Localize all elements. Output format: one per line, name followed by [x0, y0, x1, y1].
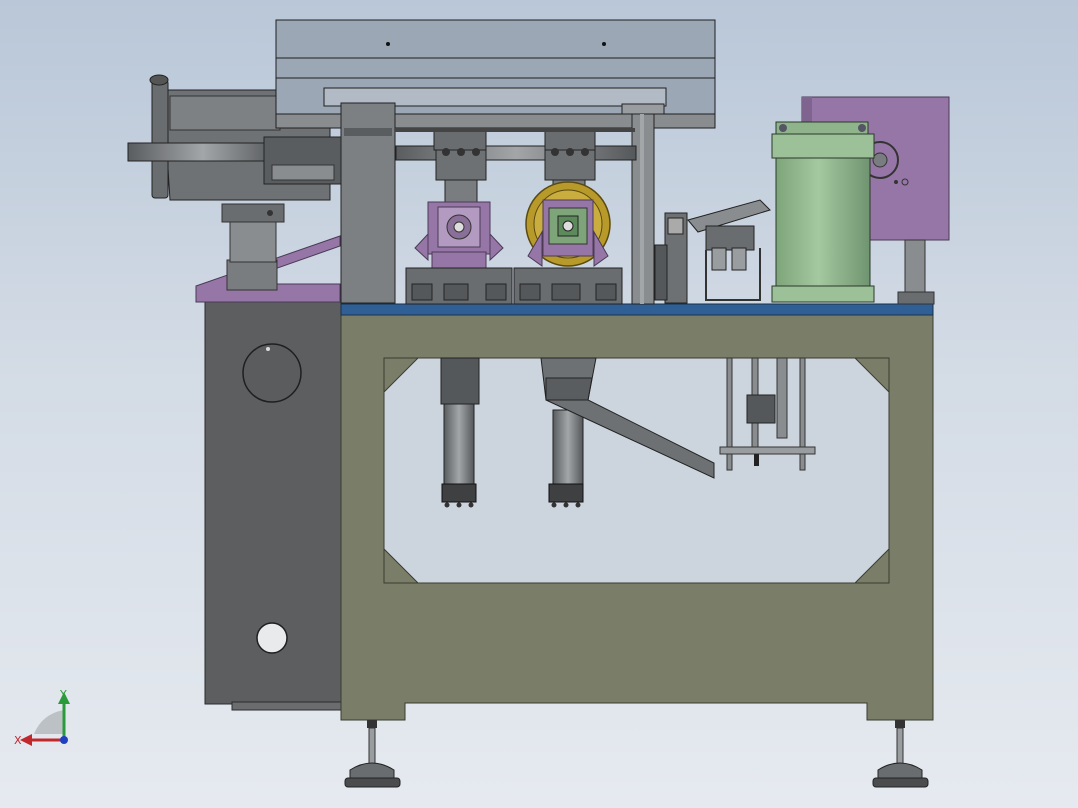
cabinet-port-large	[242, 343, 302, 403]
under-table-cylinder-right	[548, 409, 584, 508]
coordinate-triad: Y X	[14, 688, 70, 747]
under-table-cylinder-left	[440, 357, 480, 508]
main-frame	[340, 303, 934, 721]
z-axis-dot	[60, 736, 68, 744]
left-cabinet	[204, 301, 345, 711]
x-axis-label: X	[14, 734, 22, 747]
green-pneumatic-cylinder	[771, 121, 875, 303]
station-1-clamp	[405, 148, 513, 305]
y-axis-label: Y	[59, 688, 67, 701]
cad-viewport[interactable]: Y X	[0, 0, 1078, 808]
top-rail	[395, 128, 635, 132]
machine-model-drawing[interactable]	[0, 0, 1078, 808]
leveling-foot-right	[872, 720, 929, 788]
leveling-foot-left	[344, 720, 401, 788]
station-2-wheel	[513, 148, 623, 305]
cabinet-port-small	[256, 622, 288, 654]
side-actuator	[654, 199, 771, 304]
cross-shaft	[395, 129, 637, 161]
table-top-plate	[340, 303, 934, 316]
